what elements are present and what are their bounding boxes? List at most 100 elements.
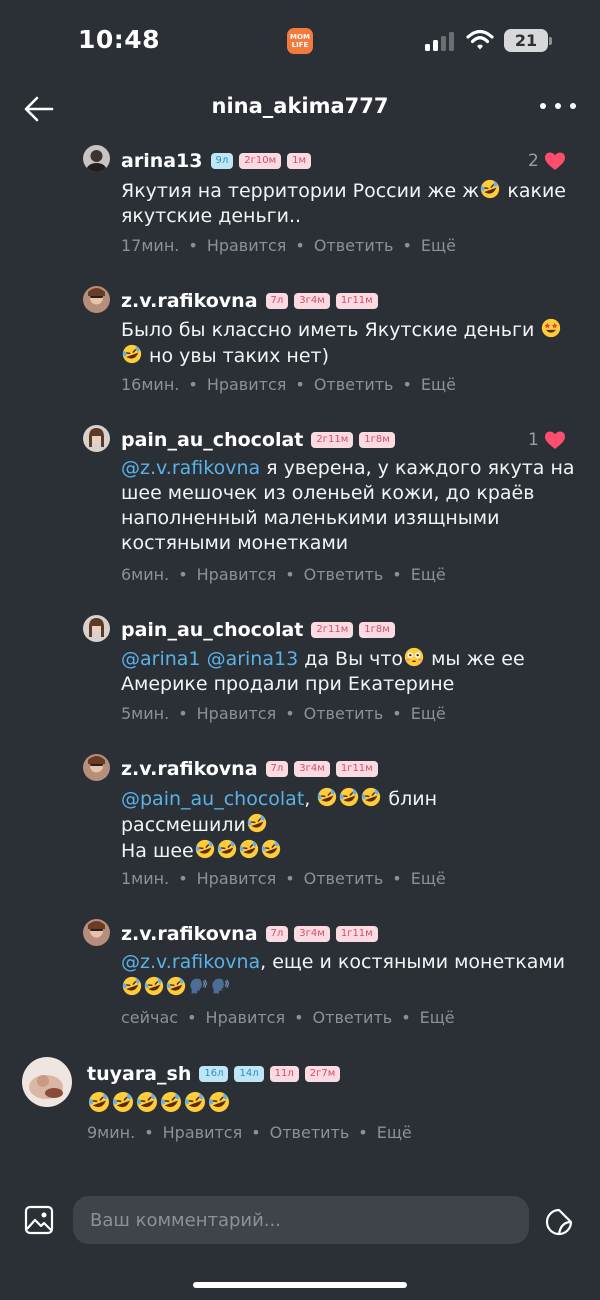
rofl-emoji	[207, 1090, 231, 1114]
heart-icon	[543, 149, 567, 173]
avatar[interactable]	[83, 919, 110, 946]
username[interactable]: pain_au_chocolat	[121, 429, 303, 451]
reply-action[interactable]: Ответить	[314, 375, 394, 394]
comment-time: 16мин.	[121, 375, 180, 394]
username[interactable]: pain_au_chocolat	[121, 619, 303, 641]
like-action[interactable]: Нравится	[207, 236, 287, 255]
comment-input[interactable]	[73, 1196, 529, 1244]
reply-action[interactable]: Ответить	[304, 869, 384, 888]
comment-time: 5мин.	[121, 704, 170, 723]
image-icon[interactable]	[24, 1205, 54, 1235]
like-action[interactable]: Нравится	[206, 1008, 286, 1027]
more-action[interactable]: Ещё	[421, 236, 456, 255]
avatar[interactable]	[83, 754, 110, 781]
like-action[interactable]: Нравится	[197, 869, 277, 888]
like-action[interactable]: Нравится	[163, 1123, 243, 1142]
rofl-emoji	[159, 1090, 183, 1114]
more-action[interactable]: Ещё	[411, 869, 446, 888]
rofl-emoji	[338, 786, 360, 808]
child-age-badge: 1г8м	[359, 432, 395, 448]
child-age-badge: 2г11м	[311, 622, 354, 638]
wifi-icon	[466, 29, 494, 50]
username[interactable]: z.v.rafikovna	[121, 923, 258, 945]
avatar[interactable]	[83, 286, 110, 313]
comment-text: @z.v.rafikovna я уверена, у каждого якут…	[121, 457, 575, 554]
comment-time: 9мин.	[87, 1123, 136, 1142]
speaking-head-emoji	[209, 975, 231, 997]
user-mention[interactable]: @z.v.rafikovna	[121, 951, 260, 973]
flushed-emoji	[403, 646, 425, 668]
comment-composer	[0, 1196, 600, 1246]
comment-time: 6мин.	[121, 565, 170, 584]
rofl-emoji	[238, 838, 260, 860]
comment-header: pain_au_chocolat 2г11м 1г8м	[121, 429, 401, 451]
child-age-badge: 1м	[287, 153, 312, 169]
comment-meta: 9мин. • Нравится • Ответить • Ещё	[87, 1123, 412, 1142]
avatar[interactable]	[83, 615, 110, 642]
comment-header: z.v.rafikovna 7л 3г4м 1г11м	[121, 758, 384, 780]
rofl-emoji	[194, 838, 216, 860]
child-age-badge: 7л	[265, 761, 289, 777]
rofl-emoji	[111, 1090, 135, 1114]
rofl-emoji	[143, 975, 165, 997]
child-age-badge: 1г11м	[335, 926, 378, 942]
child-age-badge: 3г4м	[294, 926, 330, 942]
avatar[interactable]	[83, 425, 110, 452]
comment-text: @arina1 @arina13 да Вы что мы же ее Амер…	[121, 646, 525, 695]
child-age-badge: 16л	[199, 1066, 229, 1082]
comment-text: @z.v.rafikovna, еще и костяными монеткам…	[121, 950, 565, 1001]
comment-time: 1мин.	[121, 869, 170, 888]
rofl-emoji	[260, 838, 282, 860]
sticker-icon[interactable]	[543, 1206, 575, 1238]
user-mention[interactable]: @z.v.rafikovna	[121, 457, 260, 479]
rofl-emoji	[87, 1090, 111, 1114]
like-action[interactable]: Нравится	[197, 565, 277, 584]
like-count: 1	[528, 430, 539, 450]
username[interactable]: z.v.rafikovna	[121, 758, 258, 780]
user-mention[interactable]: @arina1	[121, 648, 201, 670]
username[interactable]: arina13	[121, 150, 203, 172]
status-bar: 10:48 MOM LIFE 21	[0, 0, 600, 82]
child-age-badge: 11л	[269, 1066, 299, 1082]
comment-text: @pain_au_chocolat, блин рассмешили На ше…	[121, 786, 437, 864]
avatar[interactable]	[22, 1057, 72, 1107]
reply-action[interactable]: Ответить	[314, 236, 394, 255]
more-icon[interactable]	[540, 94, 576, 118]
speaking-head-emoji	[187, 975, 209, 997]
user-mention[interactable]: @arina13	[207, 648, 299, 670]
signal-icon	[425, 32, 454, 51]
user-mention[interactable]: @pain_au_chocolat	[121, 788, 304, 810]
more-action[interactable]: Ещё	[411, 704, 446, 723]
more-action[interactable]: Ещё	[420, 1008, 455, 1027]
reply-action[interactable]: Ответить	[304, 704, 384, 723]
more-action[interactable]: Ещё	[421, 375, 456, 394]
child-age-badge: 7л	[265, 926, 289, 942]
reply-action[interactable]: Ответить	[304, 565, 384, 584]
child-age-badge: 2г7м	[304, 1066, 341, 1082]
like-action[interactable]: Нравится	[207, 375, 287, 394]
rofl-emoji	[479, 178, 501, 200]
comment-time: 17мин.	[121, 236, 180, 255]
child-age-badge: 1г8м	[359, 622, 395, 638]
battery-tip	[549, 37, 552, 45]
comment-text: Якутия на территории России же ж какие я…	[121, 178, 566, 229]
more-action[interactable]: Ещё	[377, 1123, 412, 1142]
reply-action[interactable]: Ответить	[270, 1123, 350, 1142]
more-action[interactable]: Ещё	[411, 565, 446, 584]
rofl-emoji	[246, 812, 268, 834]
reply-action[interactable]: Ответить	[313, 1008, 393, 1027]
rofl-emoji	[121, 343, 143, 365]
child-age-badge: 2г10м	[239, 153, 282, 169]
like-button[interactable]: 2	[528, 149, 567, 173]
username[interactable]: z.v.rafikovna	[121, 290, 258, 312]
status-time: 10:48	[78, 25, 161, 54]
comment-header: z.v.rafikovna 7л 3г4м 1г11м	[121, 290, 384, 312]
child-age-badge: 7л	[265, 293, 289, 309]
like-button[interactable]: 1	[528, 428, 567, 452]
like-action[interactable]: Нравится	[197, 704, 277, 723]
rofl-emoji	[360, 786, 382, 808]
comment-meta: 17мин. • Нравится • Ответить • Ещё	[121, 236, 456, 255]
username[interactable]: tuyara_sh	[87, 1063, 191, 1085]
child-age-badge: 14л	[234, 1066, 264, 1082]
avatar[interactable]	[83, 145, 110, 172]
